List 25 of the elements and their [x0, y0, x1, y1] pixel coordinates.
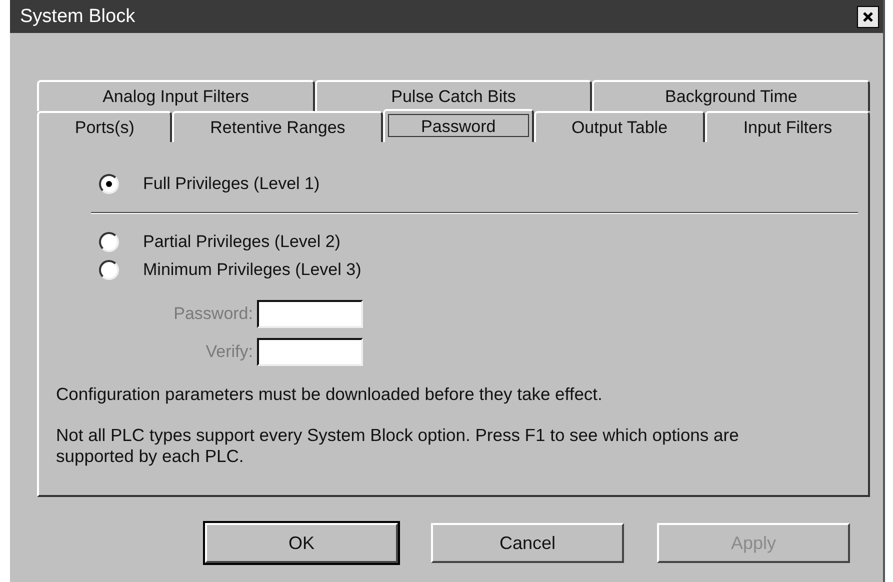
radio-label: Minimum Privileges (Level 3) — [143, 260, 362, 280]
tab[interactable]: Pulse Catch Bits — [314, 80, 592, 111]
field-label: Password: — [174, 304, 253, 324]
input-field[interactable] — [257, 300, 363, 328]
radio-label: Full Privileges (Level 1) — [143, 174, 320, 194]
window-title: System Block — [20, 6, 136, 28]
tab[interactable]: Analog Input Filters — [37, 80, 315, 111]
tab[interactable]: Output Table — [534, 111, 706, 142]
field-label: Verify: — [206, 342, 253, 362]
close-icon — [862, 10, 874, 22]
dialog-button[interactable]: OK — [205, 523, 398, 563]
tab[interactable]: Retentive Ranges — [172, 111, 384, 142]
close-button[interactable] — [857, 6, 879, 28]
radio-label: Partial Privileges (Level 2) — [143, 232, 340, 252]
radio-button[interactable] — [99, 232, 119, 252]
dialog-button[interactable]: Cancel — [431, 523, 624, 563]
radio-button[interactable] — [99, 174, 119, 194]
input-field[interactable] — [257, 338, 363, 366]
radio-button[interactable] — [99, 260, 119, 280]
tab[interactable]: Password — [383, 109, 534, 142]
tab[interactable]: Background Time — [592, 80, 870, 111]
tab[interactable]: Ports(s) — [37, 111, 172, 142]
info-text: Not all PLC types support every System Block option. Press F1 to see which options are supported by each PLC. — [56, 425, 740, 467]
tab[interactable]: Input Filters — [705, 111, 870, 142]
info-text: Configuration parameters must be downloaded before they take effect. — [56, 384, 604, 405]
